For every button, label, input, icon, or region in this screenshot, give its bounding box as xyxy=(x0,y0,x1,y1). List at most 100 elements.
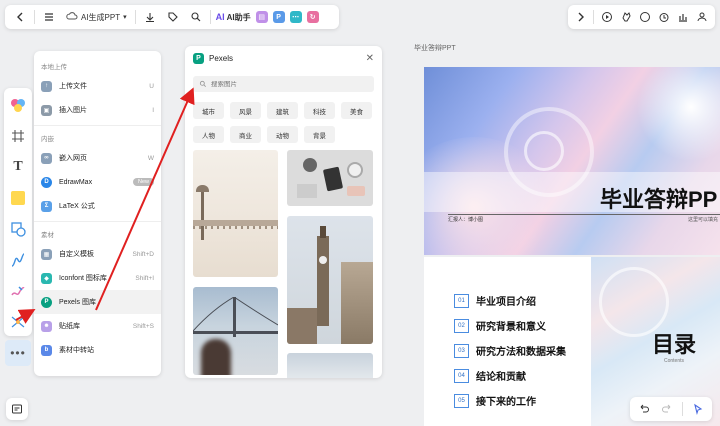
tag-chip[interactable]: 科技 xyxy=(304,102,335,119)
download-icon[interactable] xyxy=(141,8,159,26)
iconfont-item[interactable]: ◆ Iconfont 图标库 Shift+I xyxy=(34,266,161,290)
divider xyxy=(682,402,683,416)
tag-chip[interactable]: 美食 xyxy=(341,102,372,119)
pen-icon[interactable] xyxy=(5,278,31,304)
p-icon[interactable]: P xyxy=(272,11,285,23)
photo-clock-tower[interactable] xyxy=(287,216,373,344)
shape-icon[interactable] xyxy=(5,216,31,242)
comment-icon[interactable] xyxy=(638,8,651,26)
item-shortcut: U xyxy=(149,82,154,90)
pexels-panel: P Pexels ✕ 城市 风景 建筑 科技 美食 人物 商业 动物 背景 xyxy=(185,46,382,378)
toc-text: 研究方法和数据采集 xyxy=(476,347,566,358)
divider xyxy=(209,10,211,24)
insert-menu: 本地上传 ↑ 上传文件 U ▣ 插入图片 I 内嵌 ∞ 嵌入网页 W D EdrawMax Ne… xyxy=(34,51,161,376)
menu-section-assets: 素材 ▦ 自定义模板 Shift+D ◆ Iconfont 图标库 Shift+I PP… xyxy=(34,225,161,362)
connector-icon[interactable] xyxy=(5,247,31,273)
back-icon[interactable] xyxy=(11,8,29,26)
chevron-right-icon[interactable] xyxy=(574,8,587,26)
divider xyxy=(34,125,161,126)
cover-title: 毕业答辩PP xyxy=(600,187,718,212)
menu-section-local: 本地上传 ↑ 上传文件 U ▣ 插入图片 I xyxy=(34,57,161,122)
toc-item: 04 结论和贡献 xyxy=(454,363,566,388)
slides-icon[interactable]: ▤ xyxy=(255,11,268,23)
left-toolbar: T ••• xyxy=(4,88,32,366)
image-icon: ▣ xyxy=(41,104,52,116)
toc-text: 结论和贡献 xyxy=(476,372,526,383)
item-shortcut: Shift+I xyxy=(135,274,154,282)
item-label: LaTeX 公式 xyxy=(59,203,95,210)
toc-text: 接下来的工作 xyxy=(476,397,536,408)
tag-chip[interactable]: 人物 xyxy=(193,126,224,143)
slide-cover[interactable]: 毕业答辩PP 汇报人：博小图 这里可以填充 xyxy=(424,67,720,255)
doc-title-button[interactable]: AI生成PPT ▾ xyxy=(63,11,130,23)
search-input[interactable] xyxy=(211,80,361,88)
close-icon[interactable]: ✕ xyxy=(366,53,374,64)
edrawmax-item[interactable]: D EdrawMax New xyxy=(34,170,161,194)
toc-subtitle: Contents xyxy=(664,358,685,364)
latex-item[interactable]: Σ LaTeX 公式 xyxy=(34,194,161,218)
cursor-icon[interactable] xyxy=(691,400,706,418)
tag-chip[interactable]: 建筑 xyxy=(267,102,298,119)
item-label: 嵌入网页 xyxy=(59,155,87,162)
bar-chart-icon[interactable] xyxy=(677,8,690,26)
insert-image-item[interactable]: ▣ 插入图片 I xyxy=(34,98,161,122)
undo-icon[interactable] xyxy=(636,400,651,418)
play-icon[interactable] xyxy=(600,8,613,26)
timer-icon[interactable] xyxy=(657,8,670,26)
toc-text: 毕业项目介绍 xyxy=(476,297,536,308)
tag-chip[interactable]: 风景 xyxy=(230,102,261,119)
photo-bridge[interactable] xyxy=(193,287,278,375)
toc-number: 02 xyxy=(454,318,469,333)
template-icon: ▦ xyxy=(41,248,52,260)
tag-chip[interactable]: 动物 xyxy=(267,126,298,143)
text-icon[interactable]: T xyxy=(5,154,31,180)
search-icon[interactable] xyxy=(187,8,205,26)
pexels-item[interactable]: P Pexels 图库 xyxy=(34,290,161,314)
search-box[interactable] xyxy=(193,76,374,92)
tag-chip[interactable]: 商业 xyxy=(230,126,261,143)
item-shortcut: Shift+D xyxy=(132,250,155,258)
toc-title: 目录 xyxy=(652,332,697,357)
panel-toggle-icon[interactable] xyxy=(6,398,28,420)
sticker-item[interactable]: ☻ 贴纸库 Shift+S xyxy=(34,314,161,338)
mindmap-tool-icon[interactable] xyxy=(5,309,31,335)
cover-rule xyxy=(448,214,720,215)
ai-assistant-button[interactable]: AI AI助手 xyxy=(216,12,251,23)
new-badge: New xyxy=(132,178,154,186)
frame-icon[interactable] xyxy=(5,123,31,149)
photo-desk[interactable] xyxy=(287,150,373,206)
more-icon[interactable]: ••• xyxy=(5,340,31,366)
flow-icon[interactable]: ↻ xyxy=(306,11,319,23)
toc-list: 01 毕业项目介绍 02 研究背景和意义 03 研究方法和数据采集 04 结论和贡献 0… xyxy=(454,288,566,413)
tag-chip[interactable]: 背景 xyxy=(304,126,335,143)
toc-number: 04 xyxy=(454,368,469,383)
cloud-icon xyxy=(66,11,78,23)
chevron-down-icon: ▾ xyxy=(123,14,127,21)
transfer-icon: b xyxy=(41,344,52,356)
upload-file-item[interactable]: ↑ 上传文件 U xyxy=(34,74,161,98)
latex-icon: Σ xyxy=(41,200,52,212)
section-title: 本地上传 xyxy=(41,63,67,71)
mindmap-icon[interactable]: ⋯ xyxy=(289,11,302,23)
share-icon[interactable] xyxy=(696,8,709,26)
menu-icon[interactable] xyxy=(40,8,58,26)
custom-template-item[interactable]: ▦ 自定义模板 Shift+D xyxy=(34,242,161,266)
redo-icon[interactable] xyxy=(659,400,674,418)
sticky-note-icon[interactable] xyxy=(5,185,31,211)
slide-set-label: 毕业答辩PPT xyxy=(414,45,456,52)
photo-pier[interactable] xyxy=(193,150,278,277)
hand-icon[interactable] xyxy=(619,8,632,26)
search-icon xyxy=(199,80,206,87)
color-palette-icon[interactable] xyxy=(5,92,31,118)
ai-logo-icon: AI xyxy=(215,12,225,22)
transfer-item[interactable]: b 素材中转站 xyxy=(34,338,161,362)
divider xyxy=(593,10,594,24)
sticker-icon: ☻ xyxy=(41,320,52,332)
tag-icon[interactable] xyxy=(164,8,182,26)
embed-web-item[interactable]: ∞ 嵌入网页 W xyxy=(34,146,161,170)
section-title: 内嵌 xyxy=(41,135,54,143)
tag-chip[interactable]: 城市 xyxy=(193,102,224,119)
photo-partial[interactable] xyxy=(287,353,373,378)
section-title: 素材 xyxy=(41,231,54,239)
toc-text: 研究背景和意义 xyxy=(476,322,546,333)
